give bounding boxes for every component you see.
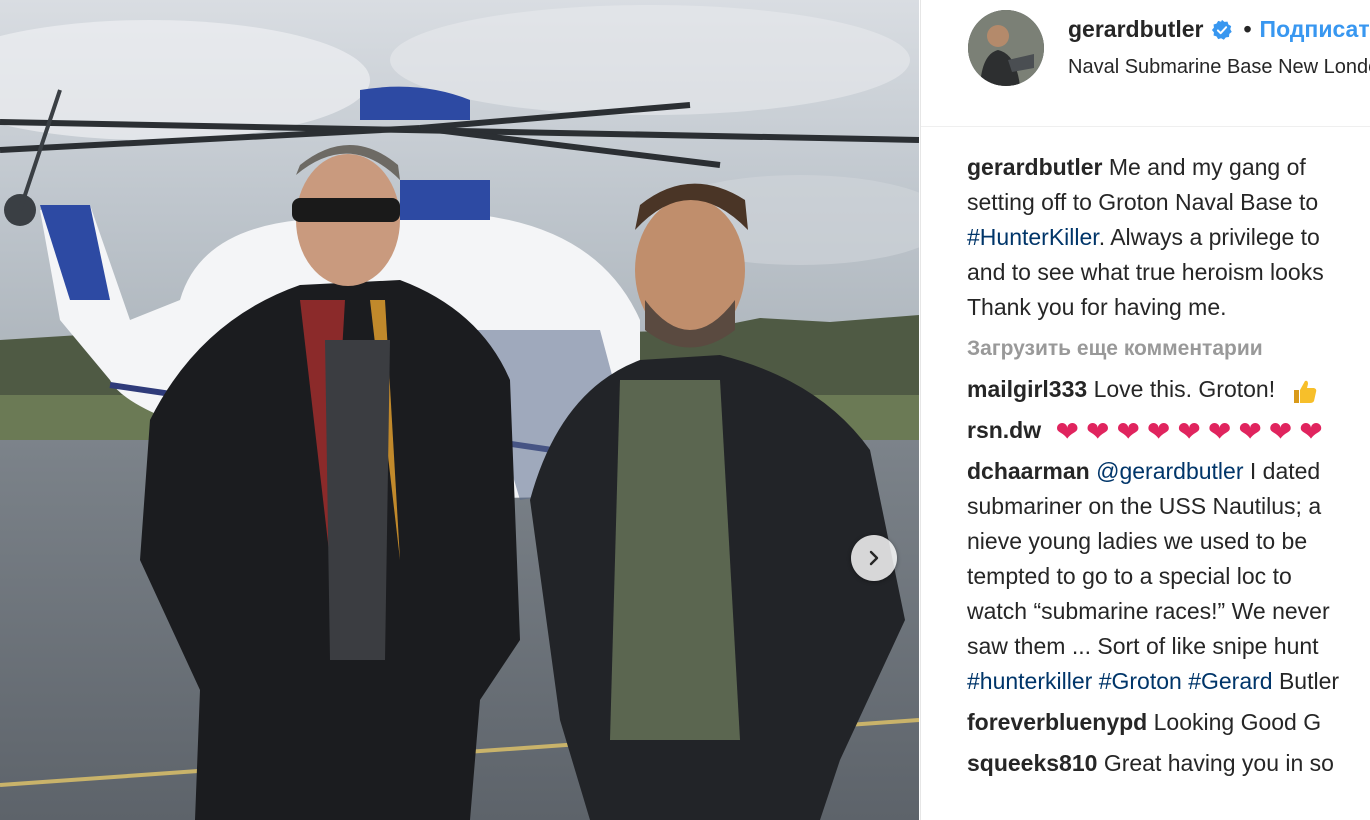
red-heart-emoji-icon: ❤ xyxy=(1146,415,1171,447)
comment-text: I dated xyxy=(1243,458,1321,484)
comment-line: dchaarman @gerardbutler I dated xyxy=(967,454,1370,489)
caption: gerardbutler Me and my gang of setting o… xyxy=(967,150,1370,325)
comment-text: Butler xyxy=(1272,668,1340,694)
comment-mention[interactable]: @gerardbutler xyxy=(1096,458,1243,484)
comment-text: Great having you in so xyxy=(1103,750,1334,776)
hashtag-link[interactable]: #Gerard xyxy=(1188,668,1272,694)
comment-line: watch “submarine races!” We never xyxy=(967,598,1330,624)
follow-button[interactable]: Подписаться xyxy=(1260,16,1370,43)
heart-emojis: ❤ ❤ ❤ ❤ ❤ ❤ ❤ ❤ ❤ xyxy=(1055,415,1323,447)
caption-line-3: #HunterKiller. Always a privilege to xyxy=(967,220,1370,255)
red-heart-emoji-icon: ❤ xyxy=(1055,415,1079,447)
next-photo-button[interactable] xyxy=(851,535,897,581)
thumbs-up-emoji-icon xyxy=(1293,380,1316,403)
red-heart-emoji-icon: ❤ xyxy=(1116,415,1140,447)
caption-text-3-rest: . Always a privilege to xyxy=(1098,224,1320,250)
caption-text-1: Me and my gang of xyxy=(1108,154,1306,180)
comment-line: tempted to go to a special loc to xyxy=(967,563,1292,589)
helicopter-photo-image xyxy=(0,0,919,820)
header-username[interactable]: gerardbutler xyxy=(1068,16,1203,43)
red-heart-emoji-icon: ❤ xyxy=(1085,415,1110,447)
comment-item: dchaarman @gerardbutler I dated submarin… xyxy=(967,454,1370,699)
comment-item: mailgirl333 Love this. Groton! xyxy=(967,372,1370,407)
comment-text: Love this. Groton! xyxy=(1093,376,1276,402)
hashtag-link[interactable]: #Groton xyxy=(1099,668,1182,694)
header-separator: • xyxy=(1243,16,1252,42)
load-more-comments-button[interactable]: Загрузить еще комментарии xyxy=(967,331,1370,366)
header-user-row: gerardbutler • Подписаться xyxy=(1068,16,1370,43)
caption-username[interactable]: gerardbutler xyxy=(967,154,1102,180)
red-heart-emoji-icon: ❤ xyxy=(1268,415,1293,447)
comment-username[interactable]: dchaarman xyxy=(967,458,1090,484)
comment-username[interactable]: squeeks810 xyxy=(967,750,1097,776)
caption-line-4: and to see what true heroism looks xyxy=(967,259,1324,285)
comment-line: nieve young ladies we used to be xyxy=(967,528,1308,554)
post-header: gerardbutler • Подписаться Naval Submari… xyxy=(921,0,1370,127)
comment-username[interactable]: mailgirl333 xyxy=(967,376,1087,402)
avatar[interactable] xyxy=(968,10,1044,86)
comment-text: Looking Good G xyxy=(1153,709,1322,735)
post-sidebar: gerardbutler • Подписаться Naval Submari… xyxy=(920,0,1370,820)
comment-item: squeeks810 Great having you in so xyxy=(967,746,1370,781)
post-photo[interactable] xyxy=(0,0,919,820)
red-heart-emoji-icon: ❤ xyxy=(1207,415,1232,447)
comment-username[interactable]: rsn.dw xyxy=(967,417,1041,443)
caption-line-2: setting off to Groton Naval Base to xyxy=(967,189,1319,215)
comment-line: submariner on the USS Nautilus; a xyxy=(967,493,1322,519)
red-heart-emoji-icon: ❤ xyxy=(1177,415,1201,447)
comment-item: rsn.dw ❤ ❤ ❤ ❤ ❤ ❤ ❤ ❤ ❤ xyxy=(967,413,1370,448)
comment-username[interactable]: foreverbluenypd xyxy=(967,709,1147,735)
red-heart-emoji-icon: ❤ xyxy=(1299,415,1323,447)
comments-list: gerardbutler Me and my gang of setting o… xyxy=(967,150,1370,781)
caption-hashtag[interactable]: #HunterKiller xyxy=(967,224,1099,250)
post-location[interactable]: Naval Submarine Base New London xyxy=(1068,56,1370,79)
comment-item: foreverbluenypd Looking Good G xyxy=(967,705,1370,740)
comment-line: #hunterkiller #Groton #Gerard Butler xyxy=(967,664,1370,699)
caption-line-1: gerardbutler Me and my gang of xyxy=(967,150,1370,185)
verified-badge-icon xyxy=(1212,19,1233,40)
comment-line: saw them ... Sort of like snipe hunt xyxy=(967,633,1319,659)
red-heart-emoji-icon: ❤ xyxy=(1238,415,1262,447)
avatar-image xyxy=(968,10,1044,86)
hashtag-link[interactable]: #hunterkiller xyxy=(967,668,1092,694)
caption-line-5: Thank you for having me. xyxy=(967,294,1227,320)
chevron-right-icon xyxy=(869,550,879,566)
